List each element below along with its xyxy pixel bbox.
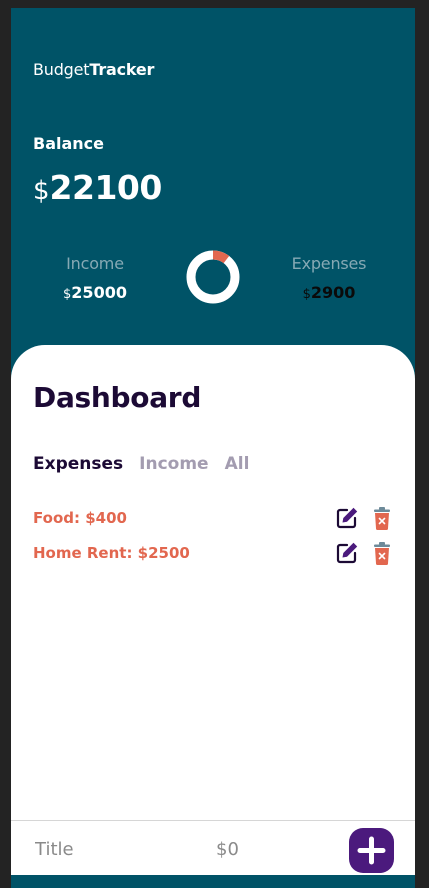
expenses-amount: 2900 xyxy=(310,283,356,302)
transaction-row: Food: $400 xyxy=(33,506,393,532)
logo-text-budget: Budget xyxy=(33,60,90,79)
edit-icon[interactable] xyxy=(335,506,359,530)
edit-icon[interactable] xyxy=(335,541,359,565)
balance-amount: 22100 xyxy=(49,168,163,207)
app-frame: BudgetTracker Balance $22100 Income $250… xyxy=(11,8,415,888)
trash-icon[interactable] xyxy=(372,541,392,565)
income-expense-donut-chart xyxy=(186,250,240,304)
logo-text-tracker: Tracker xyxy=(89,60,155,79)
trash-icon[interactable] xyxy=(372,506,392,530)
add-transaction-form xyxy=(11,820,415,875)
income-label: Income xyxy=(66,254,124,273)
add-transaction-button[interactable] xyxy=(349,828,394,873)
income-summary: Income $25000 xyxy=(35,254,155,302)
app-logo: BudgetTracker xyxy=(33,60,154,79)
transaction-label: Food: $400 xyxy=(33,509,127,527)
transaction-row: Home Rent: $2500 xyxy=(33,541,393,567)
balance-value: $22100 xyxy=(33,168,162,207)
balance-label: Balance xyxy=(33,134,104,153)
transaction-label: Home Rent: $2500 xyxy=(33,544,190,562)
income-amount: 25000 xyxy=(71,283,127,302)
dashboard-title: Dashboard xyxy=(33,381,202,414)
balance-currency: $ xyxy=(33,176,50,206)
dashboard-panel: Dashboard Expenses Income All Food: $400… xyxy=(11,345,415,822)
income-value: $25000 xyxy=(35,283,155,302)
expenses-label: Expenses xyxy=(291,254,367,273)
transaction-tabs: Expenses Income All xyxy=(33,454,249,474)
expenses-currency: $ xyxy=(302,287,311,302)
expenses-value: $2900 xyxy=(269,283,389,302)
tab-expenses[interactable]: Expenses xyxy=(33,454,123,474)
title-input[interactable] xyxy=(33,831,197,867)
amount-input[interactable] xyxy=(214,831,318,867)
tab-income[interactable]: Income xyxy=(139,454,208,474)
plus-icon xyxy=(357,836,386,865)
tab-all[interactable]: All xyxy=(225,454,250,474)
donut-income-arc xyxy=(186,250,240,304)
expenses-summary: Expenses $2900 xyxy=(269,254,389,302)
